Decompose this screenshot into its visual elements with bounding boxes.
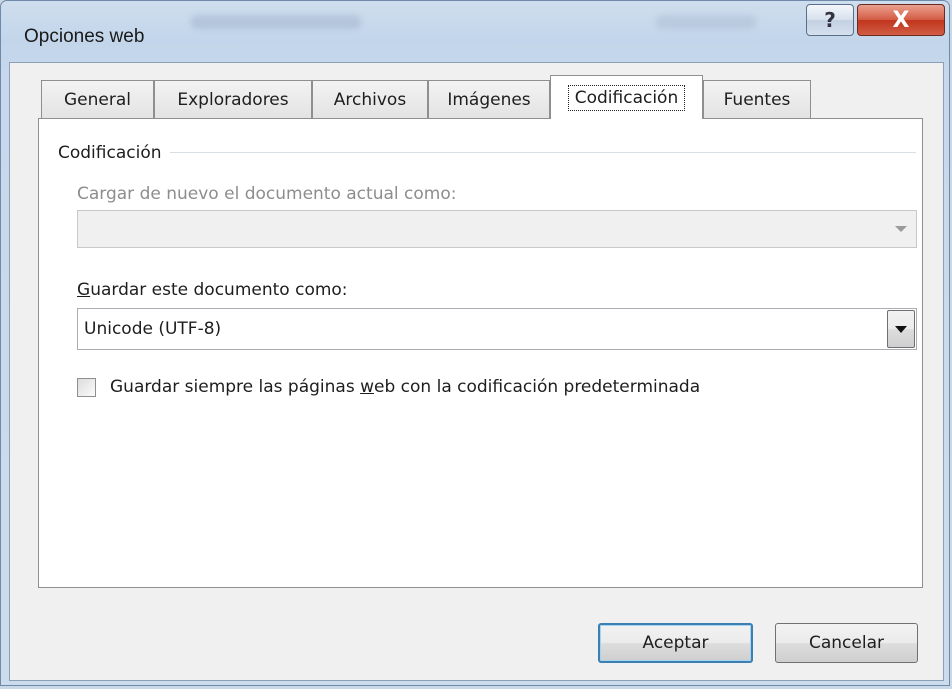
- dropdown-arrow: [887, 212, 915, 246]
- background-blur: [191, 15, 361, 29]
- always-save-option[interactable]: Guardar siempre las páginas web con la c…: [77, 377, 700, 397]
- tab-label: General: [64, 89, 131, 110]
- save-encoding-value: Unicode (UTF-8): [84, 319, 222, 339]
- tab-label: Codificación: [567, 84, 686, 111]
- cancel-label: Cancelar: [809, 633, 884, 653]
- tab-archivos[interactable]: Archivos: [312, 80, 428, 118]
- reload-encoding-select: [77, 210, 917, 248]
- tab-exploradores[interactable]: Exploradores: [154, 80, 312, 118]
- tab-label: Imágenes: [447, 89, 531, 110]
- tab-imagenes[interactable]: Imágenes: [428, 80, 550, 118]
- group-divider: [170, 152, 916, 153]
- always-save-label: Guardar siempre las páginas web con la c…: [110, 377, 700, 397]
- dropdown-arrow[interactable]: [887, 310, 915, 348]
- cancel-button[interactable]: Cancelar: [775, 623, 918, 663]
- save-encoding-select[interactable]: Unicode (UTF-8): [77, 308, 917, 350]
- always-save-checkbox[interactable]: [77, 377, 96, 397]
- close-button[interactable]: X: [857, 4, 945, 36]
- window-title: Opciones web: [24, 26, 145, 47]
- chevron-down-icon: [895, 325, 907, 333]
- label-text: Guardar siempre las páginas: [110, 377, 361, 397]
- access-key: w: [360, 377, 375, 397]
- ok-button[interactable]: Aceptar: [598, 623, 753, 663]
- tab-general[interactable]: General: [41, 80, 154, 118]
- reload-label: Cargar de nuevo el documento actual como…: [77, 184, 457, 204]
- tab-codificacion[interactable]: Codificación: [550, 75, 703, 119]
- chevron-down-icon: [895, 226, 907, 232]
- tab-label: Exploradores: [177, 89, 289, 110]
- close-icon: X: [892, 7, 910, 33]
- group-title: Codificación: [58, 143, 168, 163]
- help-icon: ?: [824, 8, 836, 32]
- tab-label: Archivos: [333, 89, 407, 110]
- ok-label: Aceptar: [642, 633, 709, 653]
- access-key: G: [77, 280, 91, 300]
- label-text: eb con la codificación predeterminada: [374, 377, 701, 397]
- help-button[interactable]: ?: [806, 4, 854, 36]
- save-label: Guardar este documento como:: [77, 280, 348, 300]
- save-label-text: uardar este documento como:: [90, 280, 348, 300]
- tab-fuentes[interactable]: Fuentes: [703, 80, 811, 118]
- background-blur: [656, 15, 756, 29]
- tab-label: Fuentes: [723, 89, 791, 110]
